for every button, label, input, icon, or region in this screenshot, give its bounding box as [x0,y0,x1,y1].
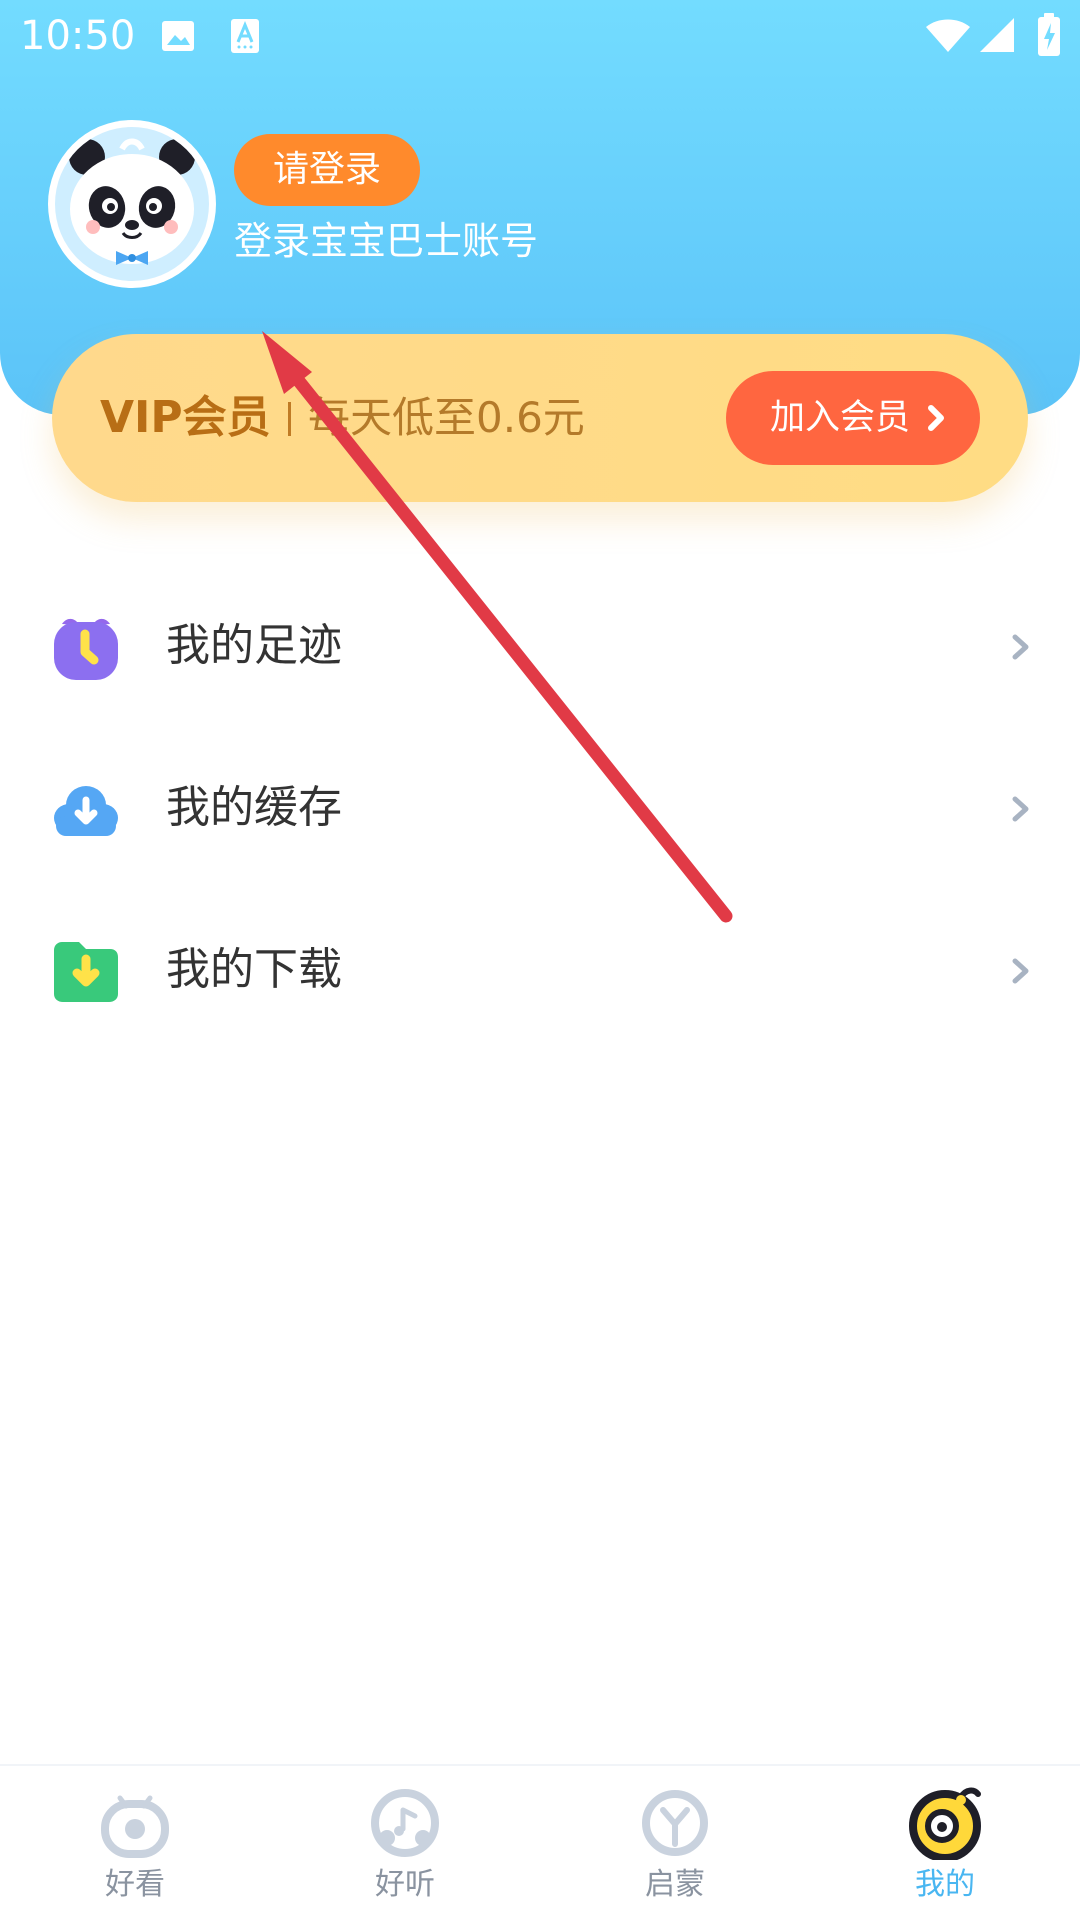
learn-icon [642,1790,708,1856]
status-bar: 10:50 [0,0,1080,72]
clock-icon [54,618,118,680]
chevron-right-icon [1012,958,1029,984]
nav-label-listen: 好听 [375,1867,435,1902]
wifi-icon [926,19,970,52]
join-membership-button[interactable]: 加入会员 [726,371,980,465]
nav-item-learn[interactable]: 启蒙 [540,1766,810,1922]
battery-icon [1038,13,1060,56]
cloud-download-icon [54,786,118,836]
menu-label-cache: 我的缓存 [166,782,342,833]
nav-label-mine: 我的 [915,1867,975,1902]
nav-label-watch: 好看 [105,1867,165,1902]
profile-face-icon [909,1787,981,1860]
nav-item-listen[interactable]: 好听 [270,1766,540,1922]
chevron-right-icon [1012,796,1029,822]
image-icon [162,21,194,51]
login-button[interactable]: 请登录 [234,134,420,206]
music-icon [371,1789,439,1857]
a-icon [231,19,259,53]
avatar[interactable] [48,120,216,288]
chevron-right-icon [1012,634,1029,660]
vip-title: VIP会员 [100,392,271,443]
menu-item-footprint[interactable]: 我的足迹 [0,586,1080,706]
menu-item-cache[interactable]: 我的缓存 [0,748,1080,868]
chevron-right-icon [928,405,944,431]
menu-label-footprint: 我的足迹 [166,620,342,671]
vip-divider [288,402,291,436]
panda-avatar-icon [55,127,209,281]
nav-label-learn: 启蒙 [645,1867,705,1902]
status-time: 10:50 [20,13,136,59]
nav-item-watch[interactable]: 好看 [0,1766,270,1922]
play-icon [101,1795,169,1858]
signal-icon [980,18,1014,52]
vip-card[interactable]: VIP会员 每天低至0.6元 加入会员 [52,334,1028,502]
vip-price-text: 每天低至0.6元 [308,393,585,442]
login-subtitle[interactable]: 登录宝宝巴士账号 [234,214,538,268]
nav-item-mine[interactable]: 我的 [810,1766,1080,1922]
join-membership-label: 加入会员 [770,398,911,438]
menu-label-downloads: 我的下载 [166,944,342,995]
folder-download-icon [54,942,118,1002]
bottom-navigation: 好看 好听 启蒙 我的 [0,1764,1080,1922]
menu-item-downloads[interactable]: 我的下载 [0,910,1080,1030]
